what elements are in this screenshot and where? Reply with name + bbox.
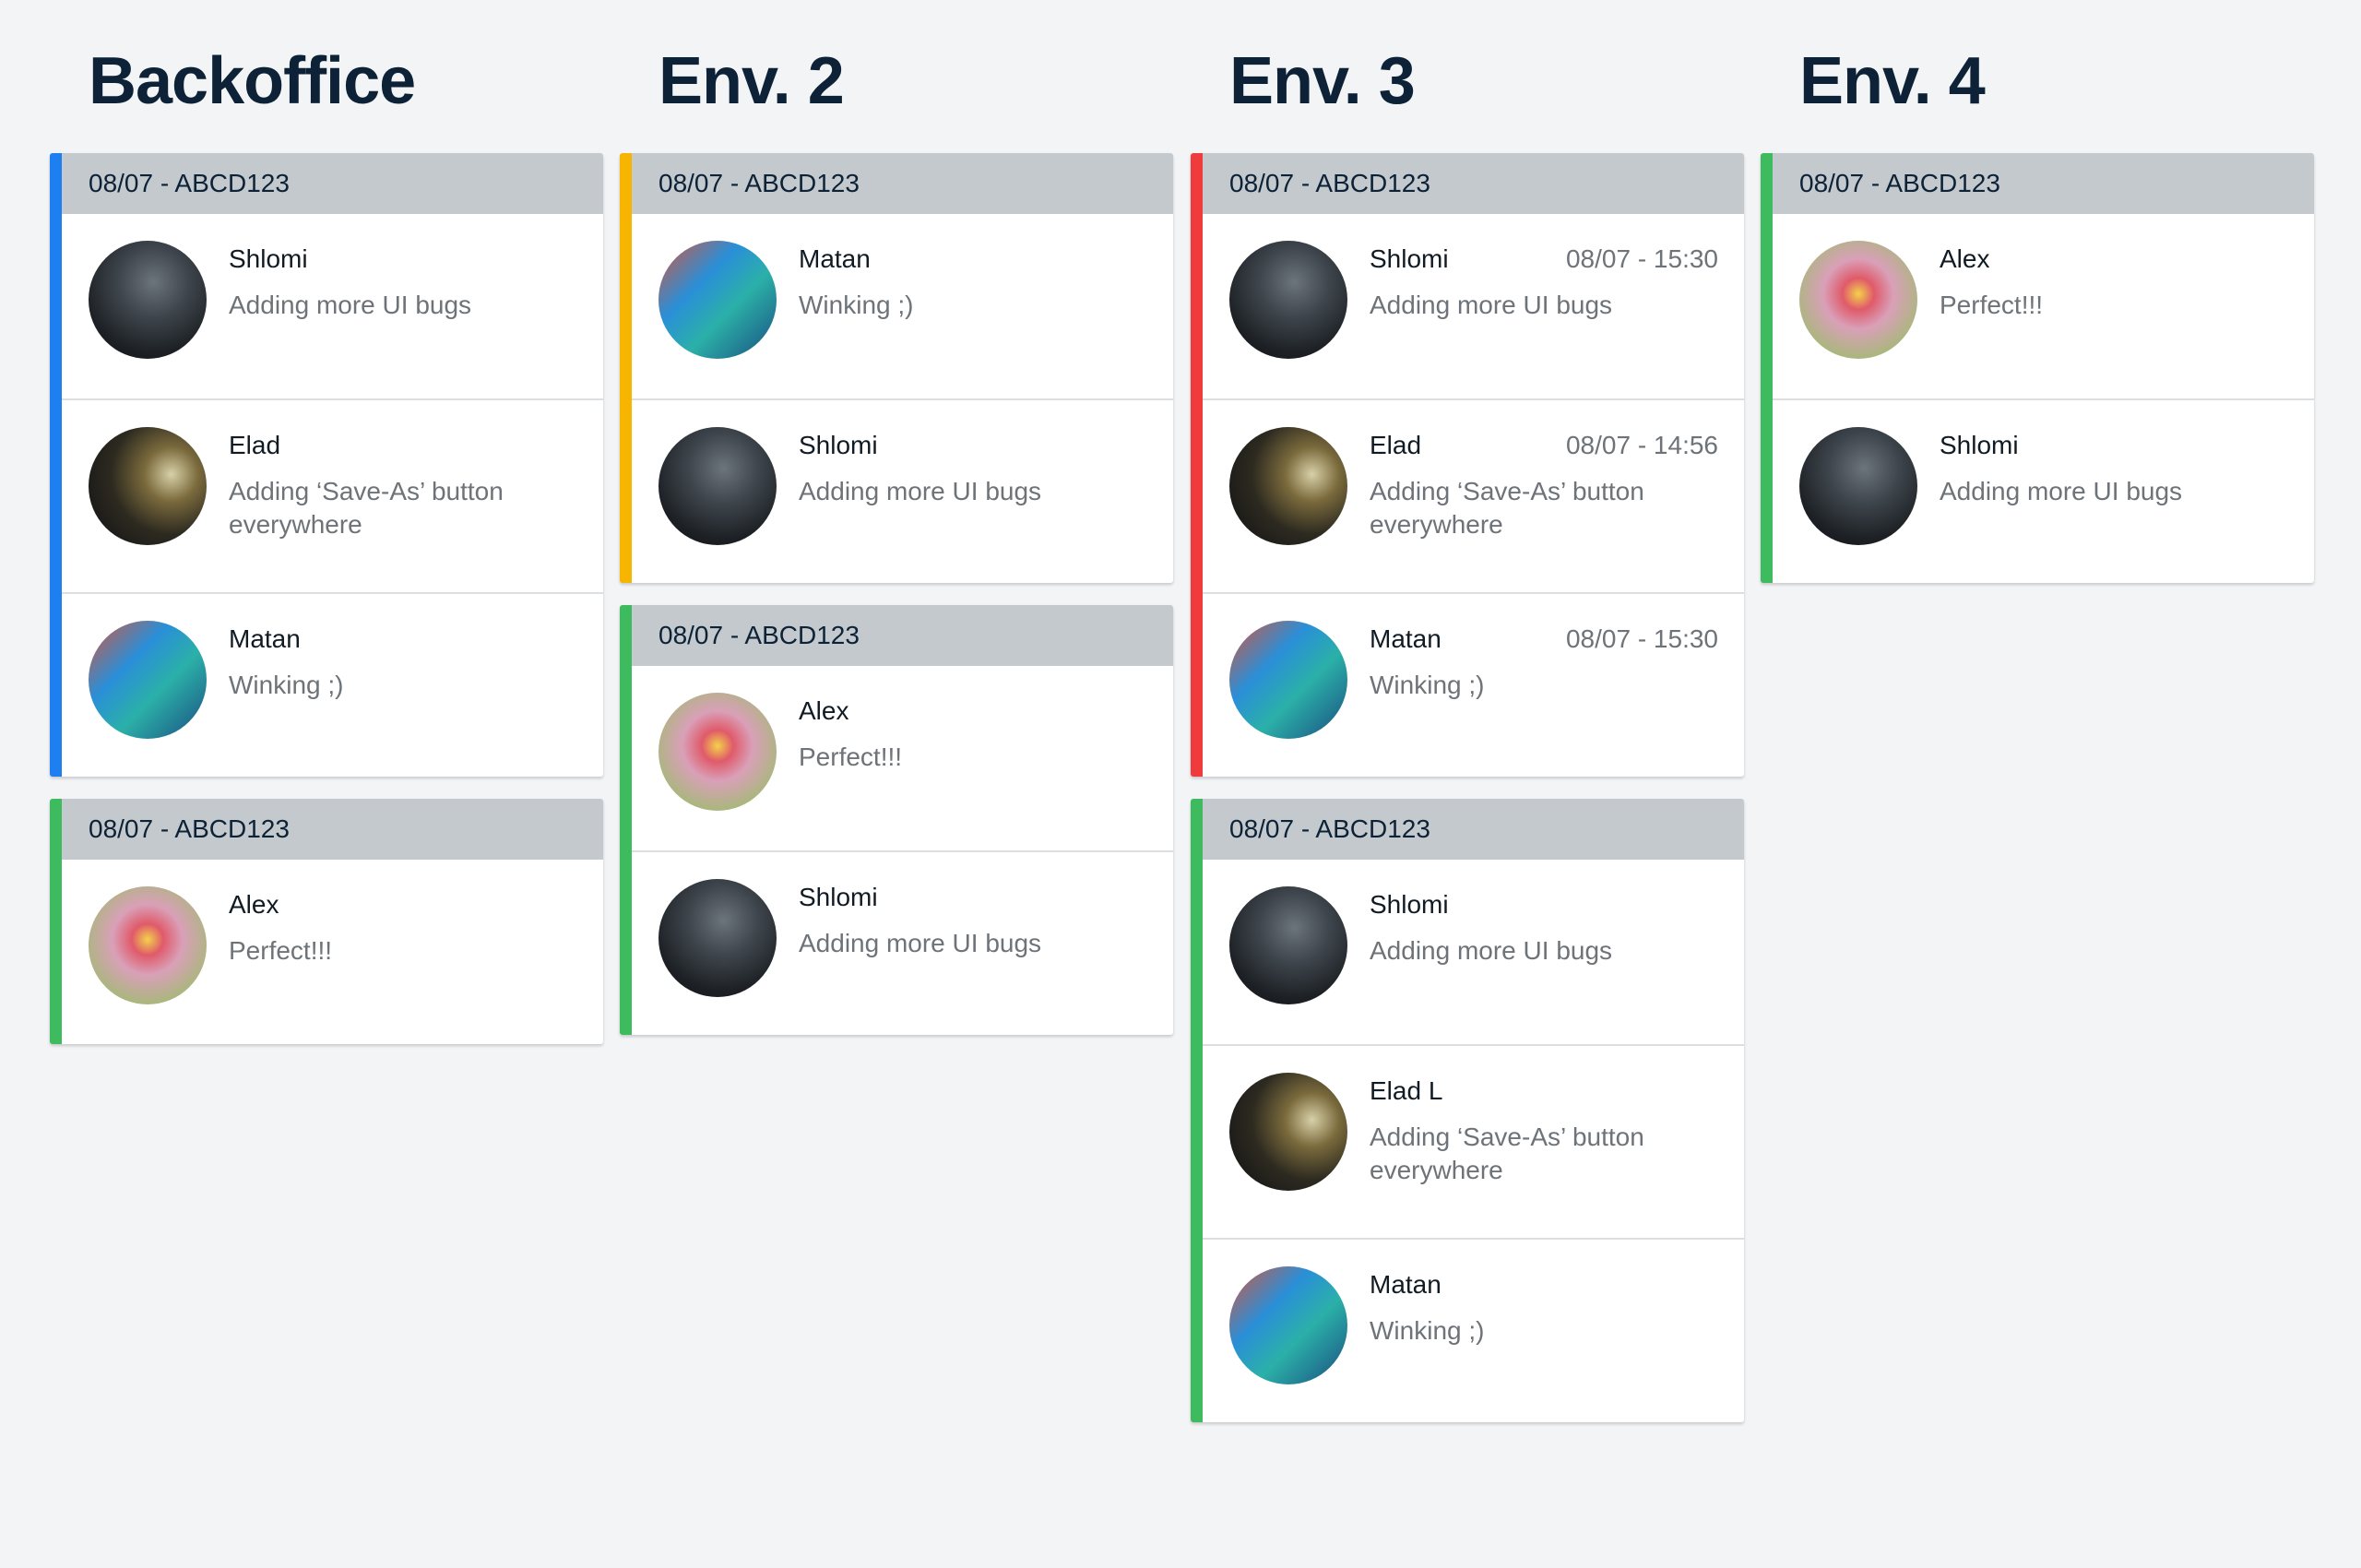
group-header: 08/07 - ABCD123 (632, 153, 1173, 214)
avatar (658, 241, 777, 359)
message-text: Adding ‘Save-As’ button everywhere (1370, 477, 1644, 539)
avatar (658, 427, 777, 545)
deploy-group[interactable]: 08/07 - ABCD123 Shlomi Adding more UI bu… (50, 153, 603, 777)
avatar (1229, 427, 1347, 545)
avatar (1229, 1266, 1347, 1384)
author-name: Shlomi (1370, 890, 1449, 919)
timestamp: 08/07 - 14:56 (1565, 431, 1718, 459)
deploy-group[interactable]: 08/07 - ABCD123 Shlomi 08/07 - 15:30 Add… (1191, 153, 1744, 777)
group-header: 08/07 - ABCD123 (62, 799, 603, 860)
author-name: Shlomi (799, 431, 878, 459)
list-item[interactable]: Matan Winking ;) (1203, 1238, 1744, 1422)
message-text: Adding more UI bugs (1370, 291, 1613, 319)
list-item[interactable]: Alex Perfect!!! (632, 666, 1173, 850)
author-name: Elad L (1370, 1076, 1443, 1105)
column-title: Env. 2 (658, 44, 845, 118)
list-item[interactable]: Elad Adding ‘Save-As’ button everywhere (62, 398, 603, 592)
deploy-group[interactable]: 08/07 - ABCD123 Alex Perfect!!! (50, 799, 603, 1044)
avatar (1229, 1073, 1347, 1191)
message-text: Adding more UI bugs (799, 929, 1042, 957)
list-item[interactable]: Matan 08/07 - 15:30 Winking ;) (1203, 592, 1744, 777)
group-header: 08/07 - ABCD123 (62, 153, 603, 214)
message-text: Adding more UI bugs (1940, 477, 2183, 505)
avatar (1229, 886, 1347, 1004)
message-text: Adding ‘Save-As’ button everywhere (229, 477, 504, 539)
avatar (89, 621, 207, 739)
group-header: 08/07 - ABCD123 (632, 605, 1173, 666)
message-text: Winking ;) (229, 671, 344, 699)
avatar (1799, 427, 1917, 545)
message-text: Winking ;) (799, 291, 914, 319)
author-name: Matan (229, 624, 301, 653)
list-item[interactable]: Matan Winking ;) (632, 214, 1173, 398)
author-name: Shlomi (1940, 431, 2019, 459)
avatar (1799, 241, 1917, 359)
group-header: 08/07 - ABCD123 (1203, 153, 1744, 214)
message-text: Adding more UI bugs (799, 477, 1042, 505)
message-text: Adding more UI bugs (229, 291, 472, 319)
column-title: Env. 4 (1799, 44, 1986, 118)
list-item[interactable]: Shlomi Adding more UI bugs (632, 398, 1173, 583)
author-name: Matan (1370, 624, 1442, 653)
deployment-board: Backoffice 08/07 - ABCD123 Shlomi Adding… (0, 0, 2361, 1568)
column-title: Backoffice (89, 44, 416, 118)
list-item[interactable]: Matan Winking ;) (62, 592, 603, 777)
deploy-group[interactable]: 08/07 - ABCD123 Shlomi Adding more UI bu… (1191, 799, 1744, 1422)
author-name: Elad (1370, 431, 1422, 459)
deploy-group[interactable]: 08/07 - ABCD123 Matan Winking ;) Shlomi … (620, 153, 1173, 583)
timestamp: 08/07 - 15:30 (1565, 244, 1718, 273)
message-text: Perfect!!! (229, 936, 333, 965)
list-item[interactable]: Shlomi 08/07 - 15:30 Adding more UI bugs (1203, 214, 1744, 398)
list-item[interactable]: Shlomi Adding more UI bugs (632, 850, 1173, 1035)
message-text: Perfect!!! (799, 742, 903, 771)
avatar (89, 886, 207, 1004)
timestamp: 08/07 - 15:30 (1565, 624, 1718, 653)
message-text: Winking ;) (1370, 671, 1485, 699)
author-name: Elad (229, 431, 281, 459)
group-header: 08/07 - ABCD123 (1203, 799, 1744, 860)
avatar (658, 693, 777, 811)
avatar (89, 427, 207, 545)
deploy-group[interactable]: 08/07 - ABCD123 Alex Perfect!!! (620, 605, 1173, 1035)
message-text: Adding more UI bugs (1370, 936, 1613, 965)
author-name: Alex (799, 696, 849, 725)
author-name: Matan (799, 244, 871, 273)
list-item[interactable]: Elad 08/07 - 14:56 Adding ‘Save-As’ butt… (1203, 398, 1744, 592)
avatar (89, 241, 207, 359)
list-item[interactable]: Shlomi Adding more UI bugs (62, 214, 603, 398)
avatar (658, 879, 777, 997)
author-name: Shlomi (229, 244, 308, 273)
author-name: Shlomi (1370, 244, 1449, 273)
author-name: Alex (1940, 244, 1990, 273)
list-item[interactable]: Alex Perfect!!! (1773, 214, 2314, 398)
group-header: 08/07 - ABCD123 (1773, 153, 2314, 214)
avatar (1229, 621, 1347, 739)
author-name: Alex (229, 890, 279, 919)
column-title: Env. 3 (1229, 44, 1416, 118)
author-name: Matan (1370, 1270, 1442, 1299)
message-text: Winking ;) (1370, 1316, 1485, 1345)
list-item[interactable]: Shlomi Adding more UI bugs (1203, 860, 1744, 1044)
deploy-group[interactable]: 08/07 - ABCD123 Alex Perfect!!! (1761, 153, 2314, 583)
list-item[interactable]: Elad L Adding ‘Save-As’ button everywher… (1203, 1044, 1744, 1238)
list-item[interactable]: Alex Perfect!!! (62, 860, 603, 1044)
avatar (1229, 241, 1347, 359)
list-item[interactable]: Shlomi Adding more UI bugs (1773, 398, 2314, 583)
message-text: Adding ‘Save-As’ button everywhere (1370, 1123, 1644, 1184)
message-text: Perfect!!! (1940, 291, 2044, 319)
author-name: Shlomi (799, 883, 878, 911)
